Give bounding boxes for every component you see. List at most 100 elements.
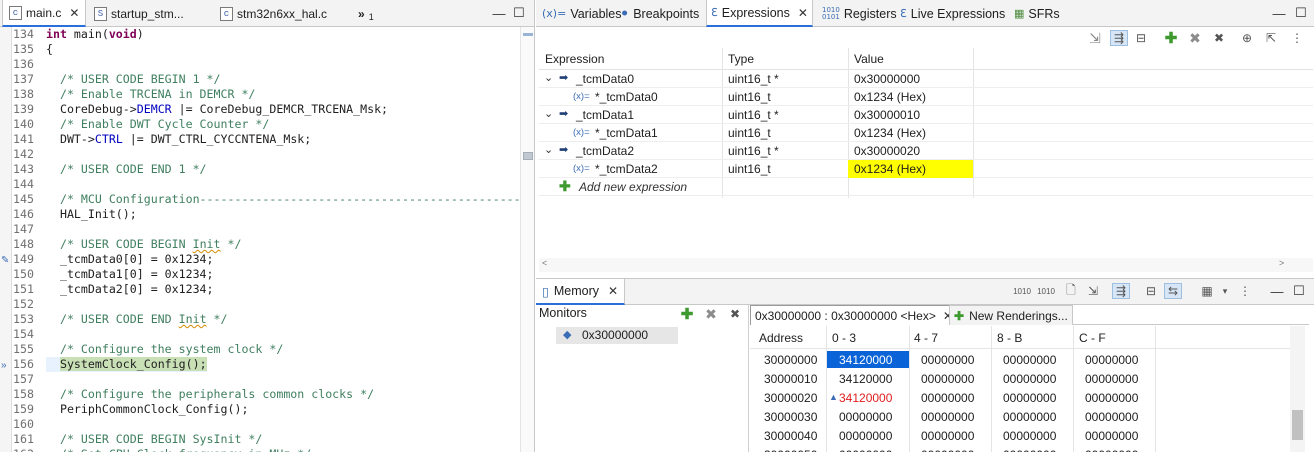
monitor-item[interactable]: ◆ 0x30000000 <box>556 327 678 344</box>
memory-cell[interactable]: 00000000 <box>1003 372 1056 386</box>
code-line[interactable]: 148 /* USER CODE BEGIN Init */ <box>0 237 520 252</box>
new-tab-icon[interactable]: 🗋 <box>1062 283 1080 299</box>
tab-overflow[interactable]: » 1 <box>352 0 380 27</box>
code-line[interactable]: 150 _tcmData1[0] = 0x1234; <box>0 267 520 282</box>
memory-cell[interactable]: 00000000 <box>921 410 974 424</box>
pin-memory-icon[interactable]: ⊟ <box>1142 283 1160 299</box>
chevron-down-icon[interactable]: ⌄ <box>544 143 553 156</box>
code-line[interactable]: 152 <box>0 297 520 312</box>
tab-rendering-hex[interactable]: 0x30000000 : 0x30000000 <Hex> ✕ <box>750 305 958 325</box>
tab-breakpoints[interactable]: ⚫ Breakpoints <box>616 0 703 27</box>
tab-main-c[interactable]: c main.c ✕ <box>2 0 87 27</box>
scroll-thumb[interactable] <box>523 152 533 160</box>
tab-stm32n6xx-hal[interactable]: c stm32n6xx_hal.c <box>214 0 333 27</box>
memory-row[interactable]: ▲ 30000020 34120000 00000000 00000000 0000000… <box>750 388 1290 407</box>
code-line[interactable]: 145 /* MCU Configuration----------------… <box>0 192 520 207</box>
tab-memory[interactable]: ▯ Memory ✕ <box>536 279 626 305</box>
code-line[interactable]: 146 HAL_Init(); <box>0 207 520 222</box>
code-line[interactable]: 142 <box>0 147 520 162</box>
toggle-split-icon[interactable]: 1010 <box>1036 283 1056 299</box>
minimize-icon[interactable]: — <box>1268 282 1286 300</box>
chevron-down-icon[interactable]: ⌄ <box>544 71 553 84</box>
expression-value[interactable]: 0x1234 (Hex) <box>854 90 926 104</box>
code-line[interactable]: 158 /* Configure the peripherals common … <box>0 387 520 402</box>
memory-scrollbar[interactable] <box>1290 326 1305 452</box>
add-expression-row[interactable]: ✚ Add new expression <box>539 178 1313 196</box>
collapse-all-icon[interactable]: ⊟ <box>1132 30 1150 46</box>
memory-cell[interactable]: 34120000 <box>839 391 892 405</box>
remove-icon[interactable]: ✖ <box>1186 30 1204 46</box>
memory-row[interactable]: 30000010 34120000 00000000 00000000 00000000 <box>750 369 1290 388</box>
expression-value[interactable]: 0x30000010 <box>854 108 920 122</box>
horizontal-scrollbar[interactable]: < > <box>539 258 1313 272</box>
code-line[interactable]: 161 /* USER CODE BEGIN SysInit */ <box>0 432 520 447</box>
code-line[interactable]: 139 CoreDebug->DEMCR |= CoreDebug_DEMCR_… <box>0 102 520 117</box>
code-area[interactable]: 134 int main(void) 135 {136 137 /* USER CODE… <box>0 27 520 452</box>
toggle-memory-monitors-icon[interactable]: 1010 <box>1012 283 1032 299</box>
minimize-icon[interactable]: — <box>1270 4 1288 22</box>
memory-cell[interactable]: 00000000 <box>1085 410 1138 424</box>
expression-row[interactable]: ⌄ ➡ _tcmData1 uint16_t * 0x30000010 <box>539 106 1313 124</box>
code-line[interactable]: 136 <box>0 57 520 72</box>
code-line[interactable]: 143 /* USER CODE END 1 */ <box>0 162 520 177</box>
code-line[interactable]: 151 _tcmData2[0] = 0x1234; <box>0 282 520 297</box>
tab-registers[interactable]: 1010 0101 Registers <box>818 0 901 27</box>
memory-cell[interactable]: 00000000 <box>1003 429 1056 443</box>
add-expression-icon[interactable]: ✚ <box>1162 30 1180 47</box>
memory-cell[interactable]: 00000000 <box>1085 429 1138 443</box>
code-line[interactable]: 137 /* USER CODE BEGIN 1 */ <box>0 72 520 87</box>
tab-startup[interactable]: S startup_stm... <box>88 0 190 27</box>
remove-monitor-icon[interactable]: ✖ <box>702 306 720 322</box>
export-icon[interactable]: ⇱ <box>1262 30 1280 46</box>
column-header-value[interactable]: Value <box>854 52 884 66</box>
tab-new-renderings[interactable]: ✚ New Renderings... <box>949 305 1073 325</box>
maximize-icon[interactable]: ☐ <box>1290 282 1308 300</box>
code-line[interactable]: 154 <box>0 327 520 342</box>
memory-cell[interactable]: 00000000 <box>1085 391 1138 405</box>
column-header-expression[interactable]: Expression <box>545 52 604 66</box>
code-line[interactable]: 134 int main(void) <box>0 27 520 42</box>
maximize-icon[interactable]: ☐ <box>510 4 528 22</box>
code-line[interactable]: 153 /* USER CODE END Init */ <box>0 312 520 327</box>
memory-cell[interactable]: 00000000 <box>1003 353 1056 367</box>
memory-row[interactable]: 30000040 00000000 00000000 00000000 00000000 <box>750 426 1290 445</box>
memory-cell[interactable]: 00000000 <box>921 353 974 367</box>
code-line[interactable]: 157 <box>0 372 520 387</box>
tab-sfrs[interactable]: ▦ SFRs <box>1010 0 1064 27</box>
memory-cell[interactable]: 00000000 <box>921 391 974 405</box>
memory-cell[interactable]: 00000000 <box>839 429 892 443</box>
scroll-thumb[interactable] <box>1292 410 1303 440</box>
expression-row[interactable]: (x)= *_tcmData0 uint16_t 0x1234 (Hex) <box>539 88 1313 106</box>
column-header-type[interactable]: Type <box>728 52 754 66</box>
memory-cell[interactable]: 00000000 <box>1085 448 1138 452</box>
show-type-names-icon[interactable]: ⇲ <box>1086 30 1104 46</box>
maximize-icon[interactable]: ☐ <box>1292 4 1310 22</box>
expression-value[interactable]: 0x30000020 <box>854 144 920 158</box>
memory-cell[interactable]: 00000000 <box>1003 391 1056 405</box>
memory-cell[interactable]: 34120000 <box>839 353 892 367</box>
scroll-left-icon[interactable]: < <box>542 258 547 268</box>
expression-row[interactable]: ⌄ ➡ _tcmData2 uint16_t * 0x30000020 <box>539 142 1313 160</box>
tab-live-expressions[interactable]: ℇ Live Expressions <box>896 0 1009 27</box>
memory-row[interactable]: 30000000 34120000 00000000 00000000 00000000 <box>750 350 1290 369</box>
memory-row[interactable]: 30000050 00000000 00000000 00000000 00000000 <box>750 445 1290 452</box>
memory-cell[interactable]: 00000000 <box>1003 410 1056 424</box>
import-icon[interactable]: ⇲ <box>1084 283 1102 299</box>
expression-row[interactable]: ⌄ ➡ _tcmData0 uint16_t * 0x30000000 <box>539 70 1313 88</box>
memory-cell[interactable]: 00000000 <box>1085 372 1138 386</box>
code-line[interactable]: 140 /* Enable DWT Cycle Counter */ <box>0 117 520 132</box>
code-line[interactable]: 147 <box>0 222 520 237</box>
memory-cell[interactable]: 34120000 <box>839 372 892 386</box>
scroll-right-icon[interactable]: > <box>1279 258 1284 268</box>
expression-value[interactable]: 0x30000000 <box>854 72 920 86</box>
close-icon[interactable]: ✕ <box>69 6 79 20</box>
view-menu-icon[interactable]: ⋮ <box>1236 283 1254 299</box>
chevron-down-icon[interactable]: ⌄ <box>544 107 553 120</box>
code-line[interactable]: 160 <box>0 417 520 432</box>
tab-variables[interactable]: (x)= Variables <box>538 0 626 27</box>
memory-cell[interactable]: 00000000 <box>839 410 892 424</box>
new-view-icon[interactable]: ⊕ <box>1238 30 1256 46</box>
memory-cell[interactable]: 00000000 <box>921 448 974 452</box>
close-icon[interactable]: ✕ <box>798 6 808 20</box>
minimize-icon[interactable]: — <box>490 4 508 22</box>
